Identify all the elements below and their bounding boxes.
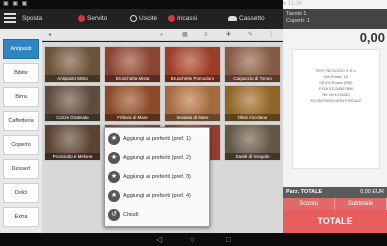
subtotal-bar: Parz. TOTALE 0,00 EUR	[283, 187, 387, 198]
receipt-line: Tel. 06 1234567	[321, 92, 351, 97]
popup-item-3[interactable]: ★ Aggiungi ai preferiti (pref. 4)	[108, 187, 208, 205]
category-1[interactable]: Bibite	[3, 63, 39, 83]
table-label: Tavolo 1	[286, 11, 307, 17]
appbar-item-0[interactable]: Sposta	[22, 15, 42, 22]
product-tile[interactable]: Sauté di Vongole	[224, 124, 281, 161]
category-3[interactable]: Caffetteria	[3, 111, 39, 131]
subtotal-button[interactable]: Subtotale	[335, 198, 387, 210]
star-icon: ★	[108, 190, 120, 202]
ring-icon	[130, 15, 137, 22]
popup-item-label: Aggiungi ai preferiti (pref. 1)	[123, 136, 191, 142]
order-amount: 0,00	[359, 30, 385, 45]
grid-icon[interactable]: ▦	[182, 31, 188, 39]
favorites-popup: ★ Aggiungi ai preferiti (pref. 1) ★ Aggiung…	[104, 127, 210, 227]
star-icon: ★	[108, 152, 120, 164]
appbar-item-label: Uscite	[139, 15, 158, 22]
receipt-line: SCONTRINO NON FISCALE	[310, 98, 362, 103]
subtotal-label: Parz. TOTALE	[286, 189, 323, 195]
popup-item-label: Aggiungi ai preferiti (pref. 2)	[123, 155, 191, 161]
popup-item-label: Aggiungi ai preferiti (pref. 4)	[123, 193, 191, 199]
app-bar: Sposta Servito Uscite Incassi Cassetto	[0, 9, 283, 29]
close-icon: ↺	[108, 209, 120, 221]
home-icon[interactable]: ○	[190, 236, 195, 244]
appbar-item-label: Incassi	[177, 15, 198, 22]
popup-item-label: Chiudi	[123, 212, 139, 218]
order-header: Tavolo 1 Coperti: 1	[283, 9, 387, 29]
order-panel: Tavolo 1 Coperti: 1 0,00 TEST NEGOZIO S.…	[283, 9, 387, 233]
appbar-item-label: Sposta	[22, 15, 43, 22]
status-bar: ▣ ▣ ▣ ▾ 11:06	[0, 0, 387, 224]
product-toolbar: ◂ ⌕ ▦ ≡ ✚ ✎ ⋮	[42, 29, 283, 41]
appbar-item-3[interactable]: Incassi	[168, 15, 197, 22]
delete-icon[interactable]: ⋮	[268, 31, 274, 39]
search-icon[interactable]: ⌕	[160, 31, 163, 39]
star-icon: ★	[108, 133, 120, 145]
dot-icon	[168, 15, 175, 22]
product-tile[interactable]: Frittura di Mare	[104, 85, 161, 122]
product-name: Cozze Gratinate	[45, 114, 100, 121]
receipt-line: 00100 Roma (RM)	[319, 80, 353, 85]
category-4[interactable]: Coperto	[3, 135, 39, 155]
appbar-item-1[interactable]: Servito	[78, 15, 107, 22]
product-tile[interactable]: Insalata di Mare	[164, 85, 221, 122]
status-icons: ▣ ▣ ▣	[3, 1, 29, 7]
receipt-line: P.IVA 01234567890	[318, 86, 354, 91]
total-button[interactable]: TOTALE	[283, 210, 387, 233]
discount-button[interactable]: Sconto	[283, 198, 335, 210]
receipt-line: Via Roma, 10	[323, 74, 349, 79]
dot-icon	[78, 15, 85, 22]
star-icon: ★	[108, 171, 120, 183]
product-tile[interactable]: Bruschette Pomodoro	[164, 46, 221, 83]
popup-item-label: Aggiungi ai preferiti (pref. 3)	[123, 174, 191, 180]
nav-bar: ◁ ○ □	[0, 233, 387, 246]
list-icon[interactable]: ≡	[204, 31, 208, 39]
appbar-item-label: Cassetto	[239, 15, 265, 22]
appbar-item-2[interactable]: Uscite	[130, 15, 157, 22]
popup-item-4[interactable]: ↺ Chiudi	[108, 206, 208, 224]
product-name: Insalata di Mare	[165, 114, 220, 121]
product-name: Olive Ascolane	[225, 114, 280, 121]
payment-row: Sconto Subtotale	[283, 198, 387, 210]
product-name: Bruschetta Mista	[105, 75, 160, 82]
category-sidebar: Antipasti Bibite Birra Caffetteria Coperto De…	[0, 29, 42, 233]
popup-item-2[interactable]: ★ Aggiungi ai preferiti (pref. 3)	[108, 168, 208, 186]
product-name: Antipasto Misto	[45, 75, 100, 82]
product-name: Frittura di Mare	[105, 114, 160, 121]
category-2[interactable]: Birra	[3, 87, 39, 107]
popup-item-1[interactable]: ★ Aggiungi ai preferiti (pref. 2)	[108, 149, 208, 167]
product-tile[interactable]: Prosciutto e Melone	[44, 124, 101, 161]
back-icon[interactable]: ◂	[48, 31, 51, 39]
product-tile[interactable]: Bruschetta Mista	[104, 46, 161, 83]
receipt-preview: TEST NEGOZIO S.R.L. Via Roma, 10 00100 Rom…	[292, 49, 380, 169]
category-6[interactable]: Dolci	[3, 183, 39, 203]
appbar-item-label: Servito	[87, 15, 108, 22]
product-tile[interactable]: Cozze Gratinate	[44, 85, 101, 122]
add-icon[interactable]: ✚	[226, 31, 231, 39]
subtotal-value: 0,00 EUR	[360, 189, 384, 195]
recents-icon[interactable]: □	[226, 236, 231, 244]
product-name: Carpaccio di Tonno	[225, 75, 280, 82]
product-tile[interactable]: Carpaccio di Tonno	[224, 46, 281, 83]
popup-item-0[interactable]: ★ Aggiungi ai preferiti (pref. 1)	[108, 130, 208, 148]
product-tile[interactable]: Antipasto Misto	[44, 46, 101, 83]
receipt-line: TEST NEGOZIO S.R.L.	[315, 68, 357, 73]
product-name: Prosciutto e Melone	[45, 153, 100, 160]
covers-label: Coperti: 1	[286, 18, 310, 24]
back-icon[interactable]: ◁	[156, 236, 162, 244]
category-0[interactable]: Antipasti	[3, 39, 39, 59]
category-5[interactable]: Dessert	[3, 159, 39, 179]
product-name: Sauté di Vongole	[225, 153, 280, 160]
category-7[interactable]: Extra	[3, 207, 39, 227]
menu-icon[interactable]	[4, 13, 16, 25]
appbar-item-4[interactable]: Cassetto	[228, 15, 265, 22]
product-name: Bruschette Pomodoro	[165, 75, 220, 82]
product-tile[interactable]: Olive Ascolane	[224, 85, 281, 122]
edit-icon[interactable]: ✎	[248, 31, 253, 39]
cloud-icon	[228, 16, 237, 21]
